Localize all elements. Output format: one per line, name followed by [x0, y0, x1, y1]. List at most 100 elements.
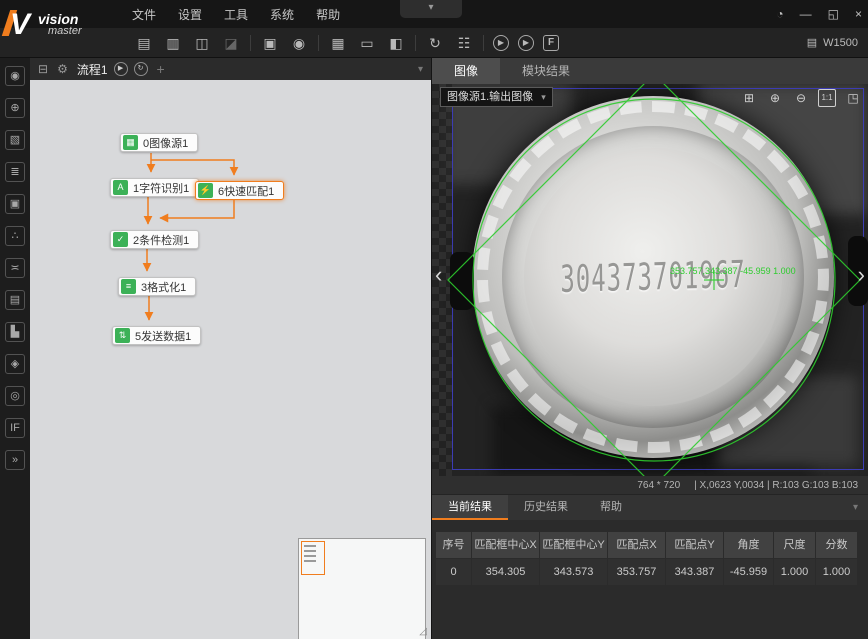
- result-collapse-icon[interactable]: ▾: [853, 495, 868, 520]
- flow-run-once-icon[interactable]: ▶: [114, 62, 128, 76]
- menu-tools[interactable]: 工具: [224, 6, 248, 23]
- deep-learning-icon[interactable]: ▣: [5, 194, 25, 214]
- cell-match-box-center-y: 343.573: [540, 559, 608, 585]
- column-header: 匹配框中心Y: [540, 532, 608, 558]
- visionmaster-window: V vision master 文件 设置 工具 系统 帮助 ▾ ◔ — ◱ ×…: [0, 0, 868, 639]
- process-list-icon[interactable]: ⊟: [38, 62, 48, 76]
- feature-points-icon[interactable]: ∴: [5, 226, 25, 246]
- defect-tool-icon[interactable]: ◎: [5, 386, 25, 406]
- theme-icon[interactable]: ◔: [776, 7, 783, 21]
- flow-node-image-source[interactable]: ▦ 0图像源1: [120, 133, 198, 152]
- menu-settings[interactable]: 设置: [178, 6, 202, 23]
- flow-node-condition-check[interactable]: ✓ 2条件检测1: [110, 230, 199, 249]
- wrench-icon[interactable]: ⚙: [57, 62, 68, 76]
- flow-tab-label: 流程1: [77, 61, 108, 78]
- minimap-viewport[interactable]: [301, 541, 325, 575]
- printed-lot-code: 304373701967: [522, 84, 784, 476]
- panel-resize-icon[interactable]: ◿: [419, 626, 427, 637]
- statistics-icon[interactable]: ▙: [5, 322, 25, 342]
- flow-node-format[interactable]: ≡ 3格式化1: [118, 277, 196, 296]
- flow-node-send-data[interactable]: ⇅ 5发送数据1: [112, 326, 201, 345]
- run-once-icon[interactable]: ▶: [493, 35, 509, 51]
- logo-v-icon: V: [6, 8, 32, 42]
- main-toolbar: ▤ ▥ ◫ ◪ ▣ ◉ ▦ ▭ ◧ ↻ ☷ ▶ ▶ F ▤ W1500: [0, 28, 868, 58]
- flow-node-fast-match[interactable]: ⚡ 6快速匹配1: [195, 181, 284, 200]
- image-source-select[interactable]: 图像源1.输出图像 ▾: [440, 87, 553, 107]
- menu-system[interactable]: 系统: [270, 6, 294, 23]
- cell-match-point-x: 353.757: [608, 559, 666, 585]
- flow-tab[interactable]: 流程1 ▶ ↻: [77, 61, 148, 78]
- titlebar-collapse-chevron[interactable]: ▾: [400, 0, 462, 18]
- menu-file[interactable]: 文件: [132, 6, 156, 23]
- column-header: 尺度: [774, 532, 816, 558]
- column-header: 角度: [724, 532, 774, 558]
- brand-bottom: master: [38, 25, 82, 37]
- snapshot-icon[interactable]: ▣: [260, 33, 280, 53]
- workspace-label: W1500: [823, 37, 858, 49]
- format-node-icon: ≡: [121, 279, 136, 294]
- viewer-status-bar: 764 * 720 | X,0623 Y,0034 | R:103 G:103 …: [432, 476, 868, 494]
- save-as-icon[interactable]: ◪: [221, 33, 241, 53]
- image-viewer[interactable]: 304373701967 353.757,343.387 -45.959 1.0…: [432, 84, 868, 476]
- tool-rail: ◉ ⊕ ▧ ≣ ▣ ∴ ≍ ▤ ▙ ◈ ◎ IF »: [0, 58, 30, 639]
- run-continuous-icon[interactable]: ▶: [518, 35, 534, 51]
- tab-history-result[interactable]: 历史结果: [508, 495, 584, 520]
- next-image-icon[interactable]: ›: [858, 264, 865, 286]
- global-variable-icon[interactable]: F: [543, 35, 559, 51]
- menu-help[interactable]: 帮助: [316, 6, 340, 23]
- minimize-icon[interactable]: —: [800, 7, 812, 21]
- open-project-icon[interactable]: ▥: [163, 33, 183, 53]
- flow-header-chevron-icon[interactable]: ▾: [418, 64, 423, 75]
- toolbar-separator: [250, 35, 251, 51]
- calibration-icon[interactable]: ≍: [5, 258, 25, 278]
- communication-icon[interactable]: »: [5, 450, 25, 470]
- restore-icon[interactable]: ◱: [828, 7, 839, 21]
- measure-list-icon[interactable]: ≣: [5, 162, 25, 182]
- script-icon[interactable]: ☷: [454, 33, 474, 53]
- tab-current-result[interactable]: 当前结果: [432, 495, 508, 520]
- flow-minimap[interactable]: [298, 538, 426, 639]
- actual-size-icon[interactable]: 1:1: [818, 89, 836, 107]
- fullscreen-icon[interactable]: ◳: [844, 89, 862, 107]
- matrix-tool-icon[interactable]: ▦: [328, 33, 348, 53]
- cell-match-point-y: 343.387: [666, 559, 724, 585]
- prev-image-icon[interactable]: ‹: [435, 264, 442, 286]
- cell-match-box-center-x: 354.305: [472, 559, 540, 585]
- global-trigger-icon[interactable]: ↻: [425, 33, 445, 53]
- camera-icon[interactable]: ◉: [289, 33, 309, 53]
- view-tabs: 图像 模块结果: [432, 58, 868, 84]
- table-row[interactable]: 0 354.305 343.573 353.757 343.387 -45.95…: [436, 558, 864, 585]
- zoom-out-icon[interactable]: ⊖: [792, 89, 810, 107]
- result-panel: 图像 模块结果 304373701967: [432, 58, 868, 639]
- monitor-icon[interactable]: ▭: [357, 33, 377, 53]
- tab-help[interactable]: 帮助: [584, 495, 638, 520]
- tab-module-result[interactable]: 模块结果: [500, 58, 592, 84]
- save-icon[interactable]: ▤: [134, 33, 154, 53]
- condition-node-icon: ✓: [113, 232, 128, 247]
- logic-if-icon[interactable]: IF: [5, 418, 25, 438]
- tab-image[interactable]: 图像: [432, 58, 500, 84]
- data-queue-icon[interactable]: ◧: [386, 33, 406, 53]
- fit-screen-icon[interactable]: ⊞: [740, 89, 758, 107]
- window-controls: ◔ — ◱ ×: [776, 0, 862, 28]
- image-process-icon[interactable]: ▧: [5, 130, 25, 150]
- workspace-folder-icon: ▤: [807, 36, 817, 49]
- node-label: 0图像源1: [143, 135, 188, 151]
- zoom-in-icon[interactable]: ⊕: [766, 89, 784, 107]
- flow-run-loop-icon[interactable]: ↻: [134, 62, 148, 76]
- save-all-icon[interactable]: ◫: [192, 33, 212, 53]
- flow-header: ⊟ ⚙ 流程1 ▶ ↻ + ▾: [30, 58, 431, 80]
- flow-canvas[interactable]: ▦ 0图像源1 A 1字符识别1 ⚡ 6快速匹配1 ✓ 2条件检测1 ≡ 3: [30, 80, 431, 639]
- toolbar-separator: [415, 35, 416, 51]
- add-flow-icon[interactable]: +: [157, 61, 165, 77]
- flow-node-ocr[interactable]: A 1字符识别1: [110, 178, 199, 197]
- close-icon[interactable]: ×: [855, 7, 862, 21]
- location-icon[interactable]: ⊕: [5, 98, 25, 118]
- color-tool-icon[interactable]: ◈: [5, 354, 25, 374]
- toolbar-separator: [318, 35, 319, 51]
- tool-kit-icon[interactable]: ▤: [5, 290, 25, 310]
- acquisition-icon[interactable]: ◉: [5, 66, 25, 86]
- column-header: 匹配点X: [608, 532, 666, 558]
- workspace-indicator[interactable]: ▤ W1500: [807, 36, 858, 49]
- image-source-node-icon: ▦: [123, 135, 138, 150]
